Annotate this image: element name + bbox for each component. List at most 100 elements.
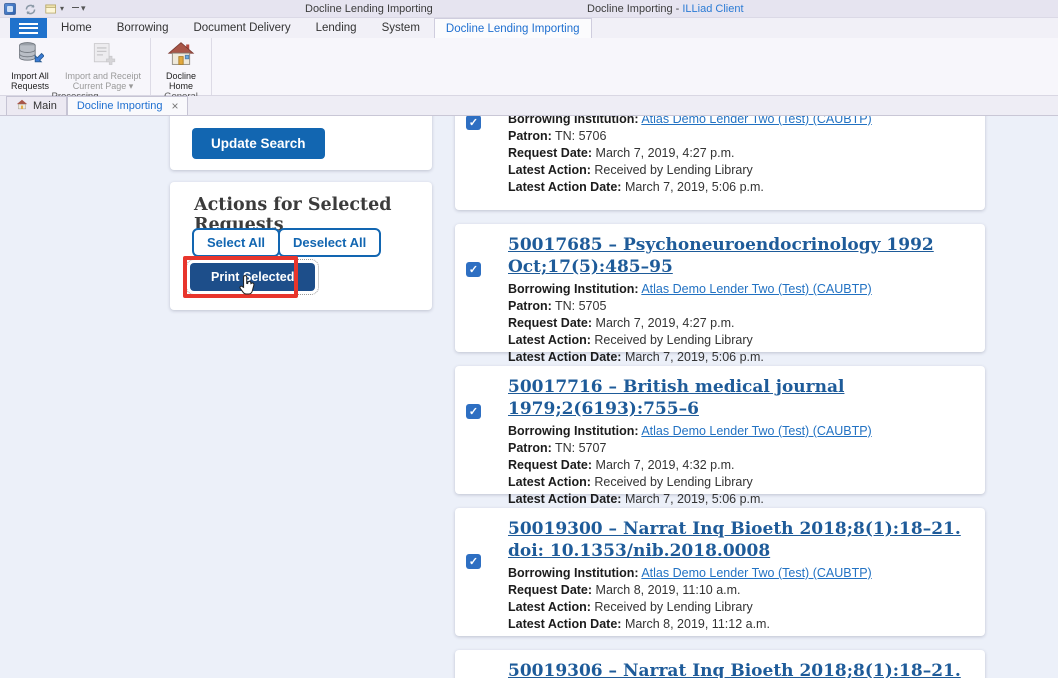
actions-panel: Actions for Selected Requests Select All… (170, 182, 432, 310)
tab-docline-importing[interactable]: Docline Importing × (67, 96, 189, 115)
field-label: Latest Action: (508, 600, 591, 614)
title-bar: ▾ ▾ Docline Lending Importing Docline Im… (0, 0, 1058, 18)
field-value: Received by Lending Library (594, 163, 752, 177)
field-label: Patron: (508, 299, 552, 313)
institution-field: Borrowing Institution: Atlas Demo Lender… (508, 423, 965, 440)
update-search-button[interactable]: Update Search (192, 128, 325, 159)
search-panel: Update Search (170, 116, 432, 170)
ribbon-tab-lending[interactable]: Lending (305, 18, 368, 38)
institution-link[interactable]: Atlas Demo Lender Two (Test) (CAUBTP) (641, 116, 871, 126)
ribbon-tab-home[interactable]: Home (50, 18, 103, 38)
field-value: TN: 5707 (555, 441, 606, 455)
field-label: Latest Action Date: (508, 617, 621, 631)
quick-access-toolbar: ▾ ▾ (4, 2, 86, 16)
new-document-icon[interactable]: ▾ (45, 3, 64, 15)
import-and-receipt-label: Import and Receipt Current Page ▾ (58, 71, 148, 91)
field-value: March 7, 2019, 4:32 p.m. (596, 458, 735, 472)
home-icon (167, 41, 195, 71)
field-value: TN: 5705 (555, 299, 606, 313)
web-content-area: Update Search Actions for Selected Reque… (0, 116, 1058, 678)
request-date-field: Request Date: March 7, 2019, 4:32 p.m. (508, 457, 965, 474)
window-title-prefix: Docline Importing - (587, 3, 682, 15)
window-title-app: ILLiad Client (682, 3, 743, 15)
request-card: Borrowing Institution: Atlas Demo Lender… (455, 116, 985, 210)
request-card: 50019306 – Narrat Inq Bioeth 2018;8(1):1… (455, 650, 985, 678)
ribbon-tab-borrowing[interactable]: Borrowing (106, 18, 180, 38)
hamburger-menu-button[interactable] (10, 18, 47, 38)
field-value: March 7, 2019, 5:06 p.m. (625, 492, 764, 506)
field-value: Received by Lending Library (594, 333, 752, 347)
latest-action-field: Latest Action: Received by Lending Libra… (508, 474, 965, 491)
field-label: Request Date: (508, 316, 592, 330)
institution-field: Borrowing Institution: Atlas Demo Lender… (508, 116, 965, 128)
latest-action-date-field: Latest Action Date: March 7, 2019, 5:06 … (508, 179, 965, 196)
refresh-icon[interactable] (24, 3, 37, 16)
institution-field: Borrowing Institution: Atlas Demo Lender… (508, 565, 965, 582)
institution-link[interactable]: Atlas Demo Lender Two (Test) (CAUBTP) (641, 424, 871, 438)
patron-field: Patron: TN: 5707 (508, 440, 965, 457)
print-selected-button[interactable]: Print Selected (190, 263, 315, 291)
field-label: Latest Action: (508, 333, 591, 347)
import-and-receipt-button[interactable]: Import and Receipt Current Page ▾ (58, 40, 148, 91)
field-label: Request Date: (508, 583, 592, 597)
request-title-link[interactable]: 50017685 – Psychoneuroendocrinology 1992… (508, 234, 965, 278)
request-title-link[interactable]: 50017716 – British medical journal 1979;… (508, 376, 965, 420)
request-card: 50019300 – Narrat Inq Bioeth 2018;8(1):1… (455, 508, 985, 636)
field-label: Latest Action: (508, 163, 591, 177)
request-date-field: Request Date: March 7, 2019, 4:27 p.m. (508, 315, 965, 332)
ribbon-tab-bar: Home Borrowing Document Delivery Lending… (0, 18, 1058, 38)
field-label: Borrowing Institution: (508, 424, 639, 438)
app-icon[interactable] (4, 3, 16, 15)
request-title-link[interactable]: 50019300 – Narrat Inq Bioeth 2018;8(1):1… (508, 518, 965, 562)
patron-field: Patron: TN: 5706 (508, 128, 965, 145)
field-label: Request Date: (508, 458, 592, 472)
request-card: 50017685 – Psychoneuroendocrinology 1992… (455, 224, 985, 352)
field-value: March 8, 2019, 11:12 a.m. (625, 617, 770, 631)
field-value: Received by Lending Library (594, 475, 752, 489)
receipt-document-icon (89, 41, 117, 71)
field-label: Borrowing Institution: (508, 282, 639, 296)
import-all-requests-label: Import All Requests (2, 71, 58, 91)
institution-field: Borrowing Institution: Atlas Demo Lender… (508, 281, 965, 298)
window-title: Docline Importing - ILLiad Client (587, 3, 744, 15)
ribbon-tab-system[interactable]: System (371, 18, 431, 38)
field-label: Latest Action: (508, 475, 591, 489)
field-value: March 7, 2019, 5:06 p.m. (625, 180, 764, 194)
field-value: TN: 5706 (555, 129, 606, 143)
request-date-field: Request Date: March 7, 2019, 4:27 p.m. (508, 145, 965, 162)
deselect-all-button[interactable]: Deselect All (278, 228, 381, 257)
request-checkbox[interactable] (466, 554, 481, 569)
field-label: Latest Action Date: (508, 350, 621, 364)
document-tab-bar: Main Docline Importing × (0, 96, 1058, 116)
ribbon-tab-document-delivery[interactable]: Document Delivery (182, 18, 301, 38)
field-value: March 8, 2019, 11:10 a.m. (596, 583, 741, 597)
ribbon-tab-docline-lending-importing[interactable]: Docline Lending Importing (434, 18, 592, 38)
institution-link[interactable]: Atlas Demo Lender Two (Test) (CAUBTP) (641, 566, 871, 580)
ribbon-body: Import All Requests Import and Receipt C… (0, 38, 1058, 96)
request-checkbox[interactable] (466, 262, 481, 277)
institution-link[interactable]: Atlas Demo Lender Two (Test) (CAUBTP) (641, 282, 871, 296)
field-value: March 7, 2019, 4:27 p.m. (596, 146, 735, 160)
field-label: Patron: (508, 129, 552, 143)
ribbon-group-general: Docline Home General (151, 38, 212, 95)
field-label: Borrowing Institution: (508, 116, 639, 126)
request-checkbox[interactable] (466, 404, 481, 419)
request-checkbox[interactable] (466, 116, 481, 130)
import-all-requests-button[interactable]: Import All Requests (2, 40, 58, 91)
qat-dropdown-icon[interactable]: ▾ (72, 3, 86, 14)
database-import-icon (16, 41, 44, 71)
request-title-link[interactable]: 50019306 – Narrat Inq Bioeth 2018;8(1):1… (508, 660, 965, 678)
latest-action-field: Latest Action: Received by Lending Libra… (508, 599, 965, 616)
field-label: Latest Action Date: (508, 492, 621, 506)
select-all-button[interactable]: Select All (192, 228, 280, 257)
tab-main-label: Main (33, 100, 57, 112)
close-icon[interactable]: × (167, 101, 178, 111)
tab-main[interactable]: Main (6, 96, 67, 115)
field-value: March 7, 2019, 5:06 p.m. (625, 350, 764, 364)
latest-action-date-field: Latest Action Date: March 7, 2019, 5:06 … (508, 491, 965, 508)
latest-action-field: Latest Action: Received by Lending Libra… (508, 332, 965, 349)
docline-home-button[interactable]: Docline Home (153, 40, 209, 91)
field-label: Patron: (508, 441, 552, 455)
tab-docline-importing-label: Docline Importing (77, 100, 163, 112)
latest-action-date-field: Latest Action Date: March 8, 2019, 11:12… (508, 616, 965, 633)
